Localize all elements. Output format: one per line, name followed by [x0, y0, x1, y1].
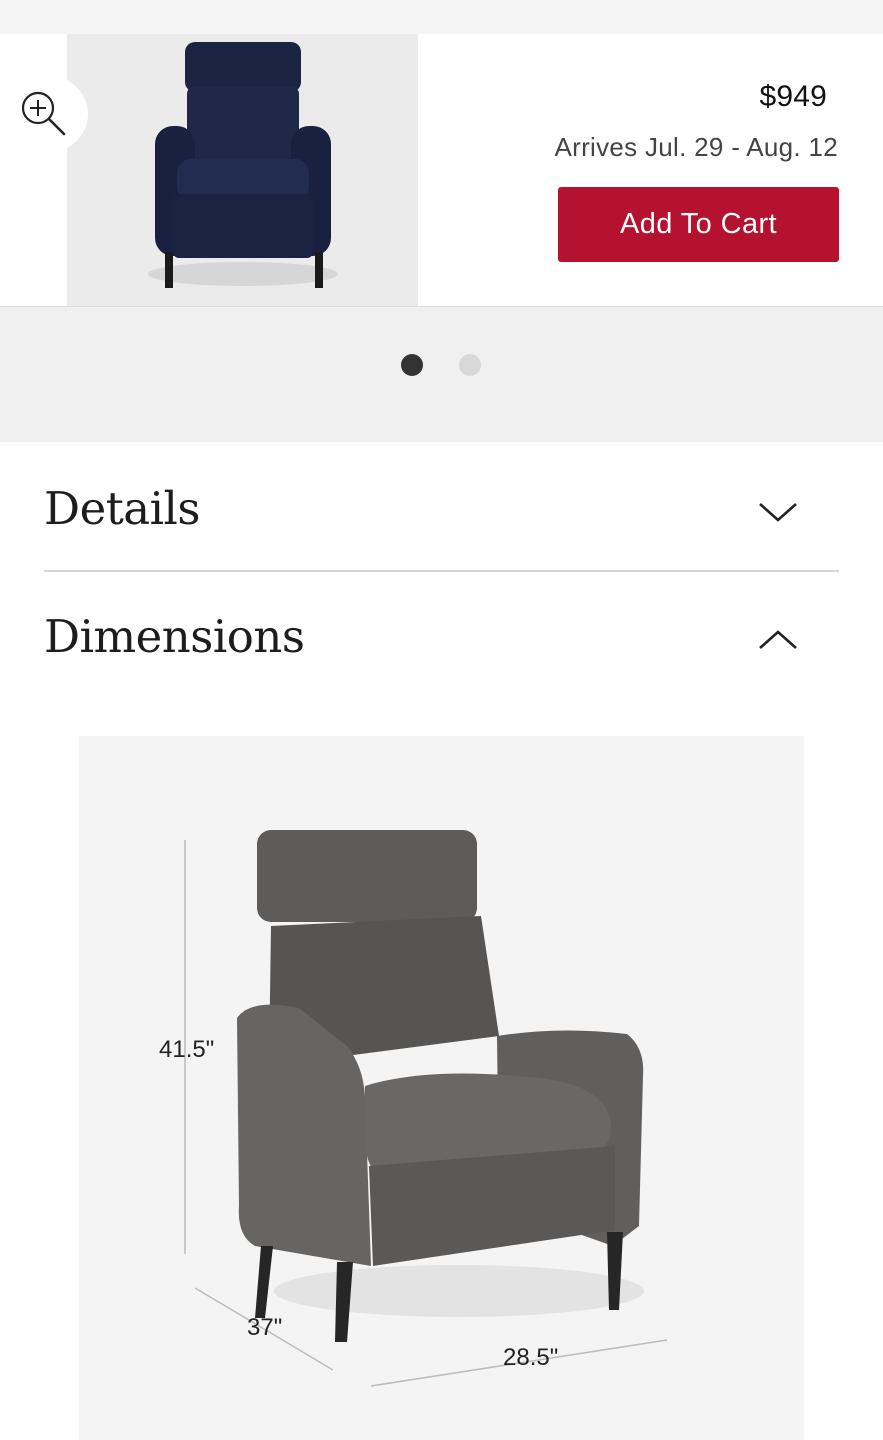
product-thumbnail[interactable] — [67, 34, 418, 306]
height-dimension-label: 41.5" — [159, 1036, 215, 1063]
add-to-cart-button[interactable]: Add To Cart — [558, 187, 839, 262]
dimensions-title: Dimensions — [44, 610, 305, 663]
dimensions-accordion-header[interactable]: Dimensions — [44, 606, 839, 686]
gray-recliner-diagram — [184, 830, 668, 1387]
chevron-down-icon — [759, 503, 797, 522]
details-title: Details — [44, 482, 201, 535]
dimensions-diagram: 41.5" 37" 28.5" — [79, 736, 804, 1440]
sticky-product-bar: $949 Arrives Jul. 29 - Aug. 12 Add To Ca… — [0, 34, 883, 308]
chevron-up-icon — [759, 630, 797, 649]
arrival-date: Arrives Jul. 29 - Aug. 12 — [554, 132, 838, 162]
depth-dimension-label: 37" — [247, 1314, 283, 1341]
top-bar — [0, 0, 883, 34]
navy-recliner-image — [148, 42, 338, 288]
details-accordion-header[interactable]: Details — [44, 478, 839, 572]
carousel-dot-2[interactable] — [459, 354, 481, 376]
width-dimension-label: 28.5" — [503, 1344, 559, 1371]
image-carousel-pagination — [0, 307, 883, 442]
product-price: $949 — [759, 80, 827, 113]
zoom-button[interactable] — [0, 74, 88, 154]
zoom-in-icon — [21, 91, 66, 136]
carousel-dot-1[interactable] — [401, 354, 423, 376]
